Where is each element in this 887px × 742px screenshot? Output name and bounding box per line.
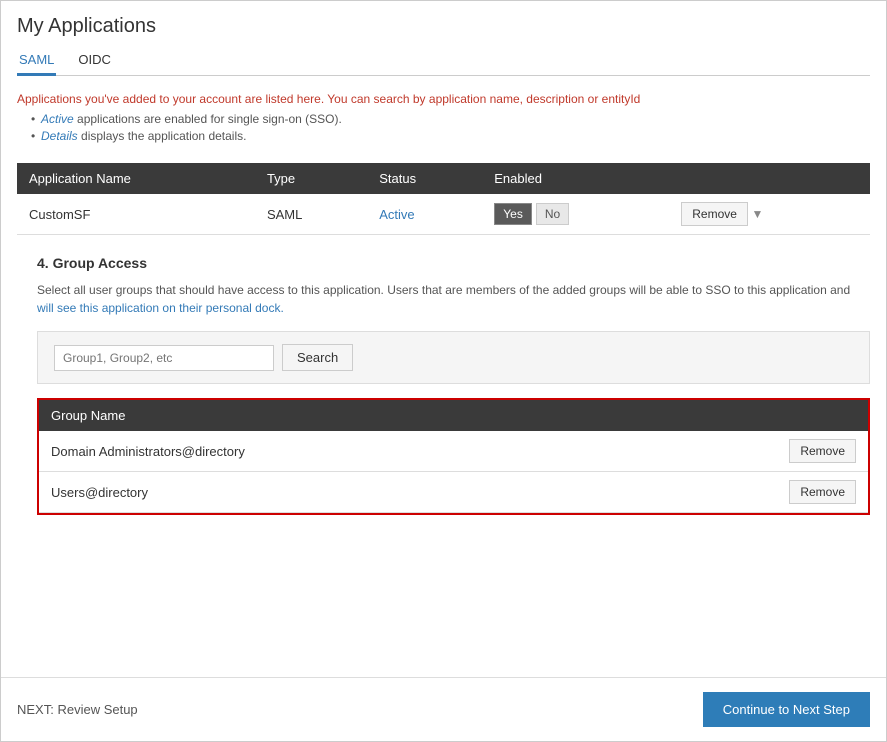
group-name: Users@directory	[39, 472, 624, 513]
toggle-no-button[interactable]: No	[536, 203, 569, 225]
applications-table: Application Name Type Status Enabled Cus…	[17, 163, 870, 235]
info-main-text: Applications you've added to your accoun…	[17, 92, 870, 106]
app-enabled: Yes No	[482, 194, 669, 235]
groups-table: Group Name Domain Administrators@directo…	[39, 400, 868, 513]
page-container: My Applications SAML OIDC Applications y…	[0, 0, 887, 742]
group-name: Domain Administrators@directory	[39, 431, 624, 472]
remove-group-button[interactable]: Remove	[789, 480, 856, 504]
info-list-item-active: Active applications are enabled for sing…	[31, 112, 870, 126]
page-header: My Applications SAML OIDC	[1, 1, 886, 76]
toggle-yes-button[interactable]: Yes	[494, 203, 532, 225]
search-box: Search	[37, 331, 870, 384]
table-row: CustomSF SAML Active Yes No Remove ▼	[17, 194, 870, 235]
info-section: Applications you've added to your accoun…	[17, 92, 870, 153]
col-actions	[669, 163, 870, 194]
app-type: SAML	[255, 194, 367, 235]
col-type: Type	[255, 163, 367, 194]
tab-oidc[interactable]: OIDC	[76, 46, 113, 76]
app-name: CustomSF	[17, 194, 255, 235]
group-access-section: 4. Group Access Select all user groups t…	[37, 255, 870, 515]
table-row: Domain Administrators@directory Remove	[39, 431, 868, 472]
page-content: Applications you've added to your accoun…	[1, 76, 886, 677]
group-col-name: Group Name	[39, 400, 624, 431]
app-remove-cell: Remove ▼	[669, 194, 870, 235]
group-remove-cell: Remove	[624, 472, 868, 513]
app-status: Active	[367, 194, 482, 235]
toggle-group: Yes No	[494, 203, 657, 225]
next-label: NEXT: Review Setup	[17, 702, 138, 717]
group-remove-cell: Remove	[624, 431, 868, 472]
remove-group-button[interactable]: Remove	[789, 439, 856, 463]
col-enabled: Enabled	[482, 163, 669, 194]
section-title: 4. Group Access	[37, 255, 870, 271]
tab-saml[interactable]: SAML	[17, 46, 56, 76]
page-title: My Applications	[17, 15, 870, 38]
remove-app-button[interactable]: Remove	[681, 202, 748, 226]
groups-table-wrapper: Group Name Domain Administrators@directo…	[37, 398, 870, 515]
continue-button[interactable]: Continue to Next Step	[703, 692, 870, 727]
col-app-name: Application Name	[17, 163, 255, 194]
info-list-item-details: Details displays the application details…	[31, 129, 870, 143]
info-list: Active applications are enabled for sing…	[17, 112, 870, 143]
col-status: Status	[367, 163, 482, 194]
section-description: Select all user groups that should have …	[37, 281, 870, 317]
page-footer: NEXT: Review Setup Continue to Next Step	[1, 677, 886, 741]
group-col-actions	[624, 400, 868, 431]
tabs-bar: SAML OIDC	[17, 46, 870, 76]
chevron-down-icon[interactable]: ▼	[752, 207, 764, 221]
status-link[interactable]: Active	[379, 207, 414, 222]
search-input[interactable]	[54, 345, 274, 371]
search-button[interactable]: Search	[282, 344, 353, 371]
table-row: Users@directory Remove	[39, 472, 868, 513]
